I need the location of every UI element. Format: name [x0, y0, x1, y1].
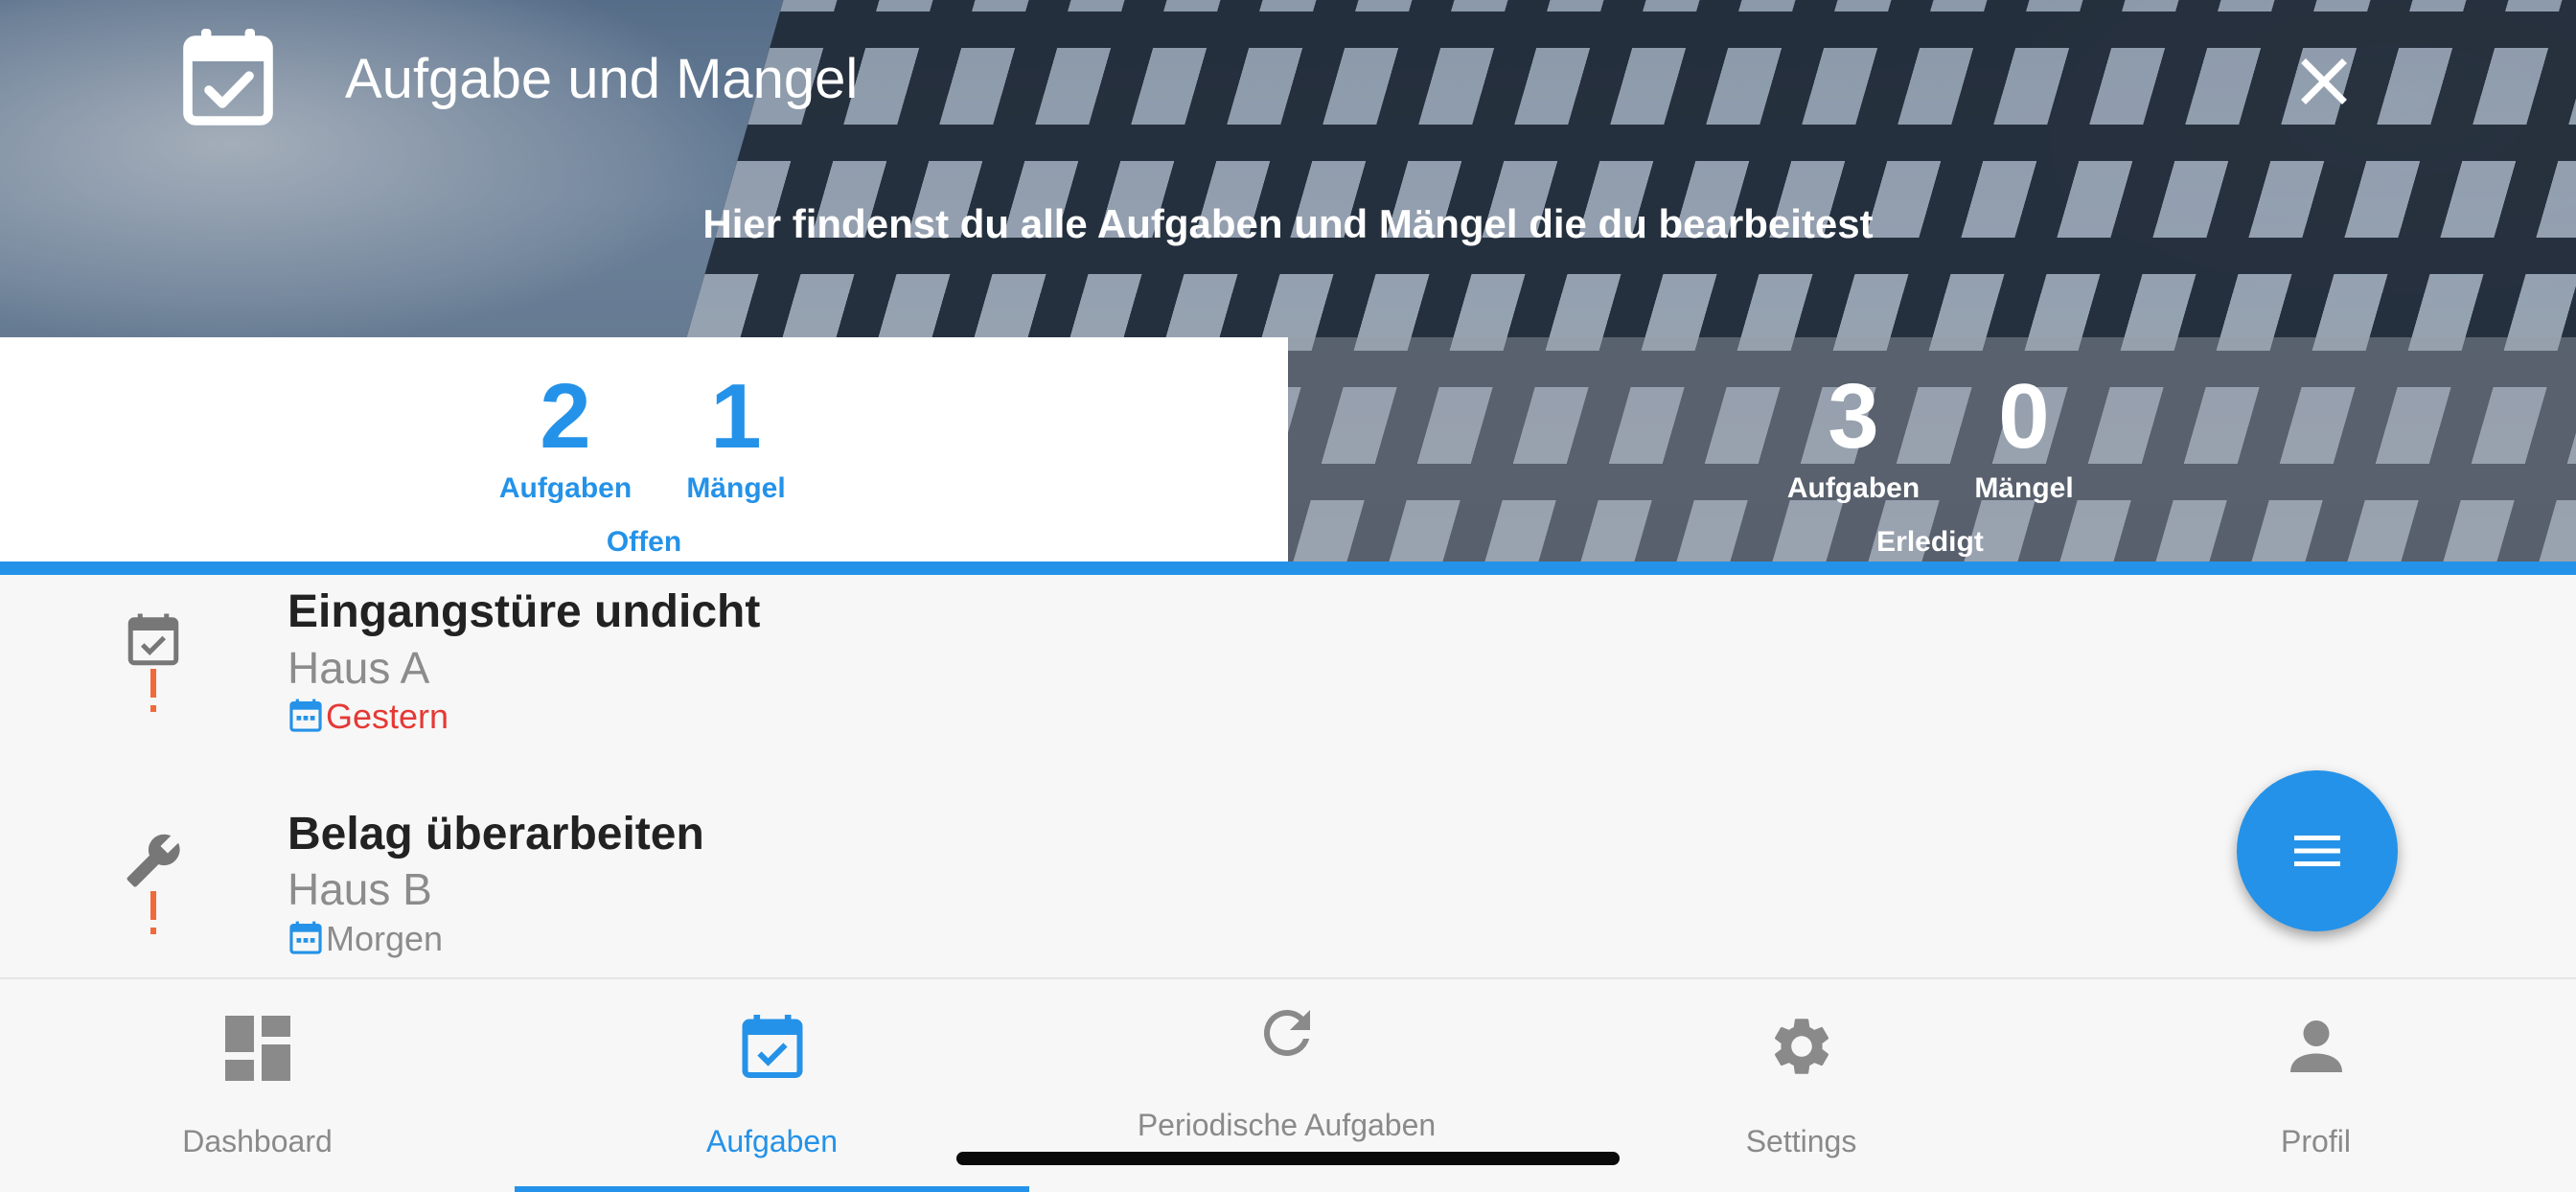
open-defects-stat: 1 Mängel [640, 364, 832, 508]
menu-icon [2294, 836, 2340, 866]
page-subtitle: Hier findenst du alle Aufgaben und Mänge… [702, 201, 1874, 246]
done-tasks-count: 3 [1828, 365, 1879, 468]
item-due-date: Morgen [288, 918, 443, 960]
item-title: Eingangstüre undicht [288, 586, 761, 637]
item-title: Belag überarbeiten [288, 809, 704, 860]
menu-fab-button[interactable] [2237, 770, 2398, 931]
done-tasks-stat: 3 Aufgaben [1758, 364, 1949, 508]
tab-done-label: Erledigt [1876, 526, 1984, 558]
dashboard-icon [225, 1016, 290, 1081]
calendar-icon [289, 699, 322, 732]
exclamation-icon [144, 891, 163, 937]
person-icon [2290, 1020, 2342, 1072]
nav-item-settings[interactable]: Settings [1544, 979, 2058, 1192]
item-due-label: Morgen [326, 919, 444, 958]
tab-indicator [0, 562, 2576, 575]
done-defects-stat: 0 Mängel [1928, 364, 2120, 508]
calendar-icon [289, 921, 322, 954]
tab-open[interactable]: 2 Aufgaben 1 Mängel Offen [0, 337, 1288, 562]
refresh-icon [1263, 1010, 1310, 1056]
close-button[interactable] [2290, 48, 2358, 115]
list-item[interactable]: Eingangstüre undicht Haus A Gestern [0, 575, 2576, 795]
close-icon [2301, 58, 2347, 104]
nav-label-profil: Profil [2281, 1124, 2351, 1158]
exclamation-icon [144, 669, 163, 715]
nav-label-aufgaben: Aufgaben [705, 1124, 838, 1158]
home-indicator[interactable] [956, 1152, 1620, 1165]
done-defects-label: Mängel [1974, 472, 2074, 504]
open-defects-label: Mängel [686, 472, 786, 504]
nav-label-dashboard: Dashboard [182, 1124, 333, 1158]
nav-label-periodische-aufgaben: Periodische Aufgaben [1137, 1108, 1437, 1142]
nav-item-aufgaben[interactable]: Aufgaben [515, 979, 1029, 1192]
wrench-icon [125, 832, 182, 889]
item-location: Haus A [288, 643, 430, 693]
open-tasks-label: Aufgaben [498, 472, 632, 504]
open-tasks-stat: 2 Aufgaben [470, 364, 661, 508]
page-title: Aufgabe und Mangel [345, 48, 859, 110]
item-due-date: Gestern [288, 696, 448, 738]
tab-open-label: Offen [606, 526, 682, 558]
done-defects-count: 0 [1998, 365, 2050, 468]
tab-done[interactable]: 3 Aufgaben 0 Mängel Erledigt [1288, 337, 2576, 562]
open-tasks-count: 2 [540, 365, 591, 468]
item-due-label: Gestern [326, 697, 449, 736]
nav-item-dashboard[interactable]: Dashboard [0, 979, 515, 1192]
done-tasks-label: Aufgaben [1786, 472, 1920, 504]
nav-label-settings: Settings [1745, 1124, 1857, 1158]
gear-icon [1774, 1019, 1829, 1074]
item-location: Haus B [288, 864, 432, 914]
calendar-check-icon [742, 1015, 803, 1078]
open-defects-count: 1 [710, 365, 762, 468]
nav-active-indicator [515, 1186, 1029, 1192]
calendar-check-icon [182, 27, 274, 126]
calendar-check-icon [125, 611, 182, 669]
nav-item-profil[interactable]: Profil [2058, 979, 2573, 1192]
list-item[interactable]: Belag überarbeiten Haus B Morgen [0, 776, 2576, 977]
